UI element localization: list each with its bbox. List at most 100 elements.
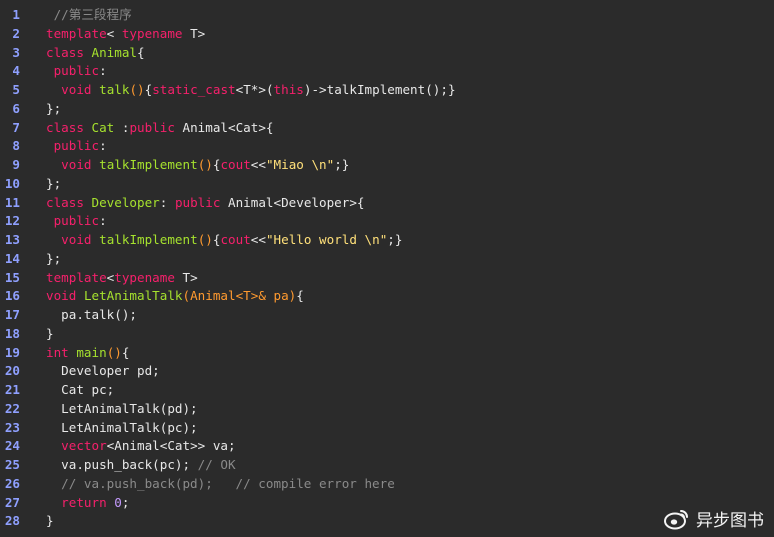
code-token: Animal<Developer>{	[220, 194, 365, 210]
line-code: class Developer: public Animal<Developer…	[46, 193, 365, 212]
code-token: template	[46, 25, 107, 41]
code-line: 5 void talk(){static_cast<T*>(this)->tal…	[0, 80, 774, 99]
code-token: public	[53, 138, 100, 154]
code-token: :	[114, 119, 130, 135]
code-token: class	[46, 194, 84, 210]
code-token: Animal<Cat>{	[174, 119, 274, 135]
line-code: };	[46, 249, 61, 268]
line-number: 19	[4, 344, 20, 360]
code-token: typename	[121, 25, 183, 41]
line-code: void talkImplement(){cout<<"Miao \n";}	[46, 155, 349, 174]
code-token: class	[46, 119, 84, 135]
code-line: 22 LetAnimalTalk(pd);	[0, 399, 774, 418]
code-token: }	[46, 513, 54, 529]
line-code: return 0;	[46, 493, 129, 512]
line-code: Developer pd;	[46, 361, 160, 380]
code-line: 26 // va.push_back(pd); // compile error…	[0, 474, 774, 493]
line-code: // va.push_back(pd); // compile error he…	[46, 474, 395, 493]
code-token: // OK	[197, 457, 236, 472]
code-token: "Miao \n"	[265, 157, 335, 172]
code-token: :	[99, 63, 107, 79]
line-number: 5	[12, 82, 20, 97]
code-token: };	[46, 175, 62, 191]
code-token: {	[121, 344, 130, 360]
code-token: }	[46, 325, 54, 341]
code-line: 15 template<typename T>	[0, 268, 774, 287]
line-number: 26	[4, 475, 20, 491]
line-code: //第三段程序	[46, 5, 132, 24]
code-token: int	[46, 344, 69, 360]
code-token: ()	[197, 157, 213, 172]
code-token: :	[99, 138, 107, 154]
line-number: 12	[4, 213, 20, 229]
code-token: public	[174, 194, 221, 210]
line-code: int main(){	[46, 343, 129, 362]
line-code: };	[46, 99, 61, 118]
code-line: 1 //第三段程序	[0, 5, 774, 24]
line-number: 17	[4, 307, 20, 322]
line-code: }	[46, 511, 54, 530]
line-code: pa.talk();	[46, 305, 137, 324]
line-code: public:	[46, 61, 107, 80]
line-number: 6	[12, 100, 20, 116]
code-line: 4 public:	[0, 61, 774, 80]
line-number: 16	[4, 288, 20, 304]
code-token: )->talkImplement();}	[303, 82, 456, 97]
code-line: 16 void LetAnimalTalk(Animal<T>& pa){	[0, 286, 774, 305]
code-token: cout	[220, 232, 251, 247]
line-code: public:	[46, 136, 107, 155]
code-line: 6};	[0, 99, 774, 118]
line-code: va.push_back(pc); // OK	[46, 455, 236, 474]
code-line: 10};	[0, 174, 774, 193]
code-token: ()	[197, 232, 213, 247]
line-number: 11	[4, 194, 20, 210]
code-token: this	[273, 82, 304, 97]
line-number: 15	[4, 269, 20, 285]
code-token: //第三段程序	[46, 7, 132, 22]
code-line: 3 class Animal{	[0, 43, 774, 62]
code-token: 0	[114, 494, 122, 510]
code-token: {	[296, 288, 304, 304]
code-token: };	[46, 100, 62, 116]
code-token: "Hello world \n"	[265, 232, 388, 247]
line-number: 28	[4, 513, 20, 529]
code-token: void	[61, 157, 92, 172]
line-number: 7	[12, 119, 20, 135]
code-token: (Animal<T>& pa)	[182, 288, 297, 304]
code-token: ()	[129, 82, 145, 97]
code-token: <	[106, 25, 122, 41]
code-line: 28}	[0, 511, 774, 530]
code-token: :	[99, 213, 107, 229]
line-code: vector<Animal<Cat>> va;	[46, 436, 235, 455]
line-code: void talk(){static_cast<T*>(this)->talkI…	[46, 80, 456, 99]
line-number: 8	[12, 138, 20, 154]
code-token: T>	[174, 269, 198, 285]
code-token: Animal	[91, 44, 138, 60]
code-line: 24 vector<Animal<Cat>> va;	[0, 436, 774, 455]
line-number: 18	[4, 325, 20, 341]
code-line: 11 class Developer: public Animal<Develop…	[0, 193, 774, 212]
weibo-icon	[664, 508, 690, 530]
code-token: void	[61, 232, 92, 247]
line-number: 9	[12, 157, 20, 172]
code-line: 2 template< typename T>	[0, 24, 774, 43]
line-number: 3	[12, 44, 20, 60]
code-token: Cat pc;	[46, 382, 115, 397]
line-number: 25	[4, 457, 20, 472]
code-token: LetAnimalTalk(pd);	[46, 400, 198, 416]
code-token: va.push_back(pc);	[46, 457, 198, 472]
watermark: 异步图书	[664, 506, 764, 531]
line-number: 4	[12, 63, 20, 79]
line-number: 24	[4, 438, 20, 454]
code-line: 13 void talkImplement(){cout<<"Hello wor…	[0, 230, 774, 249]
